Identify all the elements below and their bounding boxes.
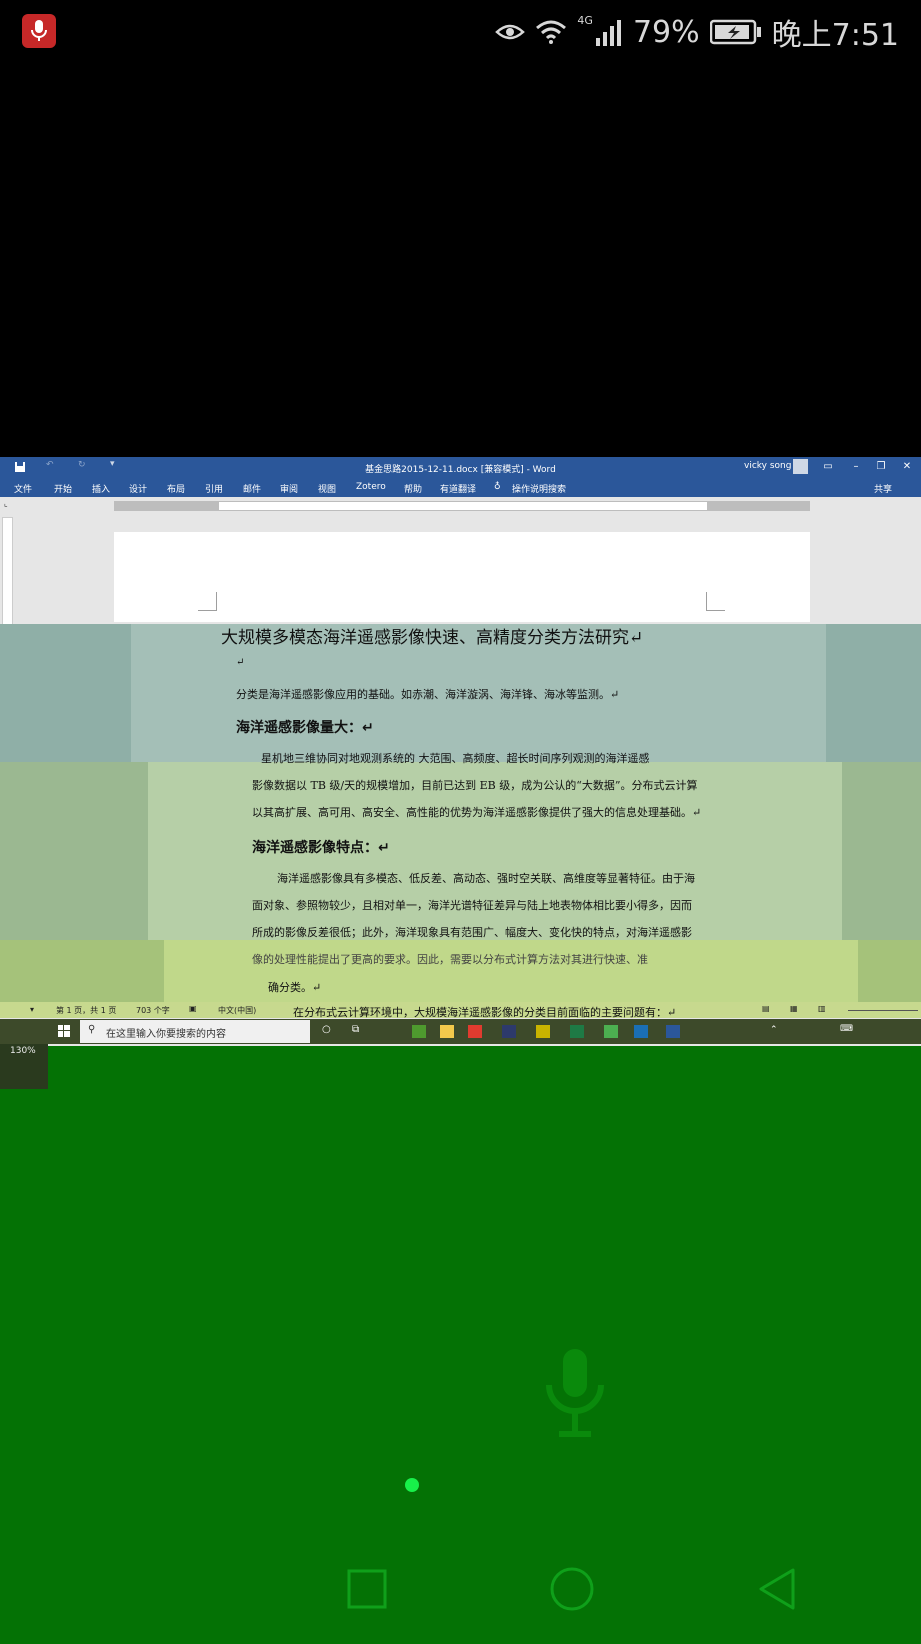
network-type: 4G [577,14,593,27]
recorder-overlay [0,1046,921,1644]
crop-mark [706,592,725,611]
taskbar-app[interactable] [604,1025,618,1038]
paragraph-2-line: 以其高扩展、高可用、高安全、高性能的优势为海洋遥感影像提供了强大的信息处理基础。… [252,806,702,819]
paragraph-2-line: 星机地三维协同对地观测系统的 大范围、高频度、超长时间序列观测的海洋遥感 [261,752,650,765]
ribbon-display-icon[interactable]: ▭ [821,460,835,474]
tab-design[interactable]: 设计 [129,482,147,495]
square-icon[interactable] [346,1568,388,1610]
tab-insert[interactable]: 插入 [92,482,110,495]
section-heading-volume: 海洋遥感影像量大：↵ [236,720,374,736]
status-bar: 4G 79% 晚上7:51 [0,0,921,62]
microphone-icon [31,20,47,41]
tab-references[interactable]: 引用 [205,482,223,495]
page-count[interactable]: 第 1 页，共 1 页 [56,1005,116,1016]
tray-chevron-icon[interactable]: ⌃ [770,1025,778,1035]
ruler-row: ⌞ [0,497,921,515]
image-band [0,624,131,762]
status-icons: 4G 79% 晚上7:51 [495,12,899,53]
minimize-icon[interactable]: – [849,460,863,474]
paragraph-3-line: 所成的影像反差很低；此外，海洋现象具有范围广、幅度大、变化快的特点，对海洋遥感影 [252,926,692,939]
signal-icon [595,20,621,46]
paragraph-1: 分类是海洋遥感影像应用的基础。如赤潮、海洋漩涡、海洋锋、海冰等监测。↵ [236,688,620,701]
title-bar: ↶ ↻ ▾ 基金思路2015-12-11.docx [兼容模式] - Word … [0,457,921,477]
taskbar-search-placeholder: 在这里输入你要搜索的内容 [106,1029,226,1040]
ribbon-tabs: 文件 开始 插入 设计 布局 引用 邮件 审阅 视图 Zotero 帮助 有道翻… [0,477,921,497]
lightbulb-icon: ♁ [494,482,501,492]
crop-mark [198,592,217,611]
windows-icon[interactable] [58,1025,70,1037]
tab-home[interactable]: 开始 [54,482,72,495]
word-count[interactable]: 703 个字 [136,1005,170,1016]
microphone-icon[interactable] [535,1345,615,1445]
tab-help[interactable]: 帮助 [404,482,422,495]
clock: 晚上7:51 [771,18,899,53]
taskbar-app-word[interactable] [666,1025,680,1038]
proofing-icon[interactable]: ▣ [189,1004,197,1013]
tab-layout[interactable]: 布局 [167,482,185,495]
cortana-icon[interactable]: ○ [322,1024,331,1035]
zoom-slider[interactable] [848,1010,918,1011]
image-band [858,940,921,1002]
tab-view[interactable]: 视图 [318,482,336,495]
paragraph-3-line: 海洋遥感影像具有多模态、低反差、高动态、强时空关联、高维度等显著特征。由于海 [277,872,695,885]
windows-taskbar: ⚲ 在这里输入你要搜索的内容 ○ ⧉ ⌃ ⌨ [0,1019,921,1044]
print-layout-icon[interactable]: ▦ [790,1004,798,1013]
tab-youdao[interactable]: 有道翻译 [440,482,476,495]
keyboard-icon[interactable]: ⌨ [840,1024,853,1034]
horizontal-ruler[interactable] [114,501,810,511]
voice-recorder-app-icon[interactable] [22,14,56,48]
eye-icon [495,24,526,40]
battery-percent: 79% [632,14,700,50]
image-band [826,624,921,762]
taskbar-app[interactable] [570,1025,584,1038]
scroll-down-icon[interactable]: ▾ [30,1005,34,1014]
circle-icon[interactable] [548,1565,596,1613]
tell-me-search[interactable]: 操作说明搜索 [512,482,566,495]
taskbar-app[interactable] [536,1025,550,1038]
image-band [842,762,921,940]
user-icon[interactable] [793,459,808,474]
taskbar-app[interactable] [412,1025,426,1038]
wifi-icon [536,20,567,44]
tab-selector[interactable]: ⌞ [4,499,8,508]
image-band [0,762,148,940]
battery-icon [709,19,761,45]
paragraph-3-line: 确分类。↵ [268,981,322,994]
search-icon: ⚲ [88,1024,96,1035]
image-band [0,940,164,1002]
tab-mailings[interactable]: 邮件 [243,482,261,495]
recording-indicator-dot [405,1478,419,1492]
taskbar-app[interactable] [634,1025,648,1038]
language[interactable]: 中文(中国) [218,1005,256,1016]
word-window: ↶ ↻ ▾ 基金思路2015-12-11.docx [兼容模式] - Word … [0,457,921,1046]
zoom-level: 130% [10,1046,36,1056]
read-mode-icon[interactable]: ▤ [762,1004,770,1013]
document-page [114,532,810,622]
paragraph-3-line: 像的处理性能提出了更高的要求。因此，需要以分布式计算方法对其进行快速、准 [252,953,648,966]
triangle-icon[interactable] [755,1566,799,1612]
zoom-level-chip: 130% [0,1044,48,1089]
paragraph-2-line: 影像数据以 TB 级/天的规模增加，目前已达到 EB 级，成为公认的“大数据”。… [252,779,698,792]
tab-review[interactable]: 审阅 [280,482,298,495]
taskbar-search-box[interactable]: ⚲ 在这里输入你要搜索的内容 [80,1020,310,1043]
user-name[interactable]: vicky song [744,461,791,471]
paragraph-3-line: 面对象、参照物较少，且相对单一，海洋光谱特征差异与陆上地表物体相比要小得多，因而 [252,899,692,912]
tab-zotero[interactable]: Zotero [356,482,386,492]
paragraph-4: 在分布式云计算环境中，大规模海洋遥感影像的分类目前面临的主要问题有：↵ [293,1006,677,1019]
paragraph-mark: ↵ [236,657,245,668]
web-layout-icon[interactable]: ▥ [818,1004,826,1013]
share-button[interactable]: 共享 [874,482,892,495]
restore-icon[interactable]: ❐ [874,460,888,474]
section-heading-features: 海洋遥感影像特点：↵ [252,840,390,856]
taskbar-app[interactable] [440,1025,454,1038]
taskbar-app[interactable] [502,1025,516,1038]
close-icon[interactable]: ✕ [900,460,914,474]
taskbar-app[interactable] [468,1025,482,1038]
tab-file[interactable]: 文件 [14,482,32,495]
document-heading: 大规模多模态海洋遥感影像快速、高精度分类方法研究↵ [221,628,644,648]
task-view-icon[interactable]: ⧉ [352,1024,359,1035]
